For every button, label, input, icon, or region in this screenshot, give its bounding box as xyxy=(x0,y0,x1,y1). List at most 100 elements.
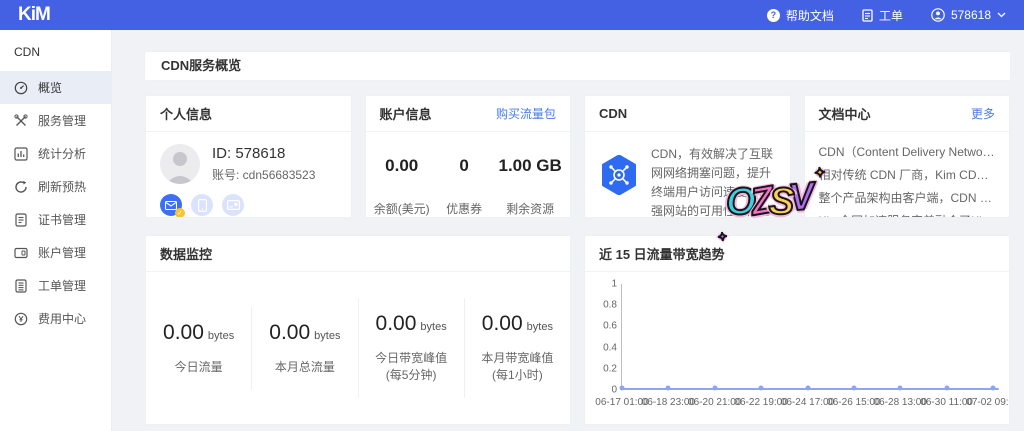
balance-stat: 0.00 余额(美元) xyxy=(374,156,430,217)
data-point-marker xyxy=(805,385,810,390)
verified-badge-icon: ✓ xyxy=(175,208,185,218)
page-title: CDN服务概览 xyxy=(145,52,1010,80)
top-navbar: KiM ? 帮助文档 工单 578618 xyxy=(0,0,1024,30)
balance-value: 0.00 xyxy=(374,156,430,176)
sidebar-item-label: 统计分析 xyxy=(38,145,86,162)
stat-unit: bytes xyxy=(420,321,446,333)
monitor-stat: 0.00 bytes 本月总流量 xyxy=(251,307,357,390)
y-tick-label: 0 xyxy=(611,385,617,396)
sidebar-item-label: 概览 xyxy=(38,79,62,96)
tools-icon xyxy=(14,114,28,128)
y-tick-label: 0.4 xyxy=(603,342,617,353)
y-tick-label: 0.6 xyxy=(603,321,617,332)
doc-item[interactable]: CDN（Content Delivery Network），也即内容分发 ... xyxy=(819,141,996,164)
resource-stat: 1.00 GB 剩余资源 xyxy=(498,156,561,217)
idcard-verify-icon[interactable] xyxy=(222,194,244,216)
coupon-stat: 0 优惠券 xyxy=(446,156,482,217)
user-account-text: 账号: cdn56683523 xyxy=(212,166,315,183)
phone-verify-icon[interactable] xyxy=(191,194,213,216)
ticket-link[interactable]: 工单 xyxy=(862,7,903,24)
certificate-icon xyxy=(14,213,28,227)
sidebar-item-account-mgmt[interactable]: 账户管理 xyxy=(0,236,111,269)
x-tick-label: 06-17 01:00 xyxy=(595,397,648,408)
sidebar: CDN 概览 服务管理 统计分析 刷新预热 证书管理 账户管理 工单管理 费用中… xyxy=(0,30,112,431)
stat-unit: bytes xyxy=(527,321,553,333)
stat-label: 本月总流量 xyxy=(252,359,357,376)
user-icon xyxy=(931,8,945,22)
main-content: CDN服务概览 个人信息 ID: 578618 账号: cdn56683523 xyxy=(112,30,1024,431)
sidebar-item-label: 刷新预热 xyxy=(38,178,86,195)
chart-plot: 00.20.40.60.8106-17 01:0006-18 23:0006-2… xyxy=(621,284,993,390)
coupon-value: 0 xyxy=(446,156,482,176)
sidebar-item-cert-mgmt[interactable]: 证书管理 xyxy=(0,203,111,236)
docs-more-link[interactable]: 更多 xyxy=(971,105,995,122)
id-card-icon xyxy=(14,246,28,260)
series-line xyxy=(622,388,999,390)
data-point-marker xyxy=(620,385,625,390)
sidebar-item-label: 费用中心 xyxy=(38,310,86,327)
stat-label: 本月带宽峰值 (每1小时) xyxy=(465,350,570,384)
sidebar-item-service-mgmt[interactable]: 服务管理 xyxy=(0,104,111,137)
data-monitor-card: 数据监控 0.00 bytes 今日流量 0.00 bytes 本月总流量0.00byte… xyxy=(145,235,571,425)
ticket-icon xyxy=(862,9,873,22)
sidebar-item-billing[interactable]: 费用中心 xyxy=(0,302,111,335)
sidebar-item-refresh[interactable]: 刷新预热 xyxy=(0,170,111,203)
coupon-label: 优惠券 xyxy=(446,200,482,217)
ticket-label: 工单 xyxy=(879,7,903,24)
cdn-hexagon-icon xyxy=(599,145,639,218)
help-docs-link[interactable]: ? 帮助文档 xyxy=(767,7,834,24)
x-tick-label: 06-30 11:00 xyxy=(920,397,973,408)
sidebar-item-ticket-mgmt[interactable]: 工单管理 xyxy=(0,269,111,302)
email-verified-icon[interactable]: ✓ xyxy=(160,194,182,216)
chart-title: 近 15 日流量带宽趋势 xyxy=(599,244,725,263)
app-logo[interactable]: KiM xyxy=(18,4,50,26)
sidebar-item-label: 证书管理 xyxy=(38,211,86,228)
personal-info-title: 个人信息 xyxy=(160,104,212,123)
personal-info-card: 个人信息 ID: 578618 账号: cdn56683523 ✓ xyxy=(145,95,352,218)
doc-item[interactable]: Kim全网加速服务完美融合了Kim对象存储和 CDN ... xyxy=(819,210,996,218)
stat-unit: bytes xyxy=(208,330,234,342)
monitor-stat: 0.00bytes今日带宽峰值 (每5分钟) xyxy=(358,298,464,398)
x-tick-label: 06-26 15:00 xyxy=(827,397,880,408)
user-id-label: 578618 xyxy=(951,8,991,22)
sidebar-item-overview[interactable]: 概览 xyxy=(0,71,111,104)
chart-area: 00.20.40.60.8106-17 01:0006-18 23:0006-2… xyxy=(585,272,1009,424)
cdn-card-title: CDN xyxy=(599,106,627,121)
coin-icon xyxy=(14,312,28,326)
balance-label: 余额(美元) xyxy=(374,200,430,217)
user-menu[interactable]: 578618 xyxy=(931,8,1006,22)
x-tick-label: 06-28 13:00 xyxy=(874,397,927,408)
monitor-stat: 0.00 bytes 本月带宽峰值 (每1小时) xyxy=(464,298,570,398)
stat-value: 0.00 xyxy=(482,312,523,335)
avatar xyxy=(160,144,200,184)
sidebar-item-stats[interactable]: 统计分析 xyxy=(0,137,111,170)
stat-unit: bytes xyxy=(314,330,340,342)
x-tick-label: 06-22 19:00 xyxy=(734,397,787,408)
x-tick-label: 06-24 17:00 xyxy=(781,397,834,408)
doc-item[interactable]: 整个产品架构由客户端，CDN 网络，企业源站， ... xyxy=(819,187,996,210)
stat-value: 0.00 xyxy=(269,321,310,344)
monitor-stat: 0.00bytes今日流量 xyxy=(146,307,251,390)
buy-traffic-link[interactable]: 购买流量包 xyxy=(496,105,556,122)
y-tick-label: 1 xyxy=(611,279,617,290)
bandwidth-trend-card: 近 15 日流量带宽趋势 00.20.40.60.8106-17 01:0006… xyxy=(584,235,1010,425)
doc-item[interactable]: 相对传统 CDN 厂商，Kim CDN 服务完全实现全自 ... xyxy=(819,164,996,187)
data-monitor-title: 数据监控 xyxy=(160,244,212,263)
sidebar-item-label: 工单管理 xyxy=(38,277,86,294)
sidebar-item-label: 账户管理 xyxy=(38,244,86,261)
data-point-marker xyxy=(898,385,903,390)
account-info-title: 账户信息 xyxy=(380,104,432,123)
cdn-product-card: CDN CDN，有效解决了互联网网络拥塞问题，提升终端用户访问速度，增强网站的可… xyxy=(584,95,791,218)
data-point-marker xyxy=(666,385,671,390)
docs-center-card: 文档中心 更多 CDN（Content Delivery Network），也即… xyxy=(804,95,1011,218)
account-info-card: 账户信息 购买流量包 0.00 余额(美元) 0 优惠券 1.00 GB 剩余资… xyxy=(365,95,572,218)
bar-chart-icon xyxy=(14,147,28,161)
sidebar-section-title: CDN xyxy=(0,30,111,71)
data-point-marker xyxy=(759,385,764,390)
refresh-icon xyxy=(14,180,28,194)
chevron-down-icon xyxy=(997,12,1006,18)
data-point-marker xyxy=(991,385,996,390)
data-point-marker xyxy=(712,385,717,390)
y-tick-label: 0.2 xyxy=(603,363,617,374)
stat-label: 今日流量 xyxy=(146,359,251,376)
